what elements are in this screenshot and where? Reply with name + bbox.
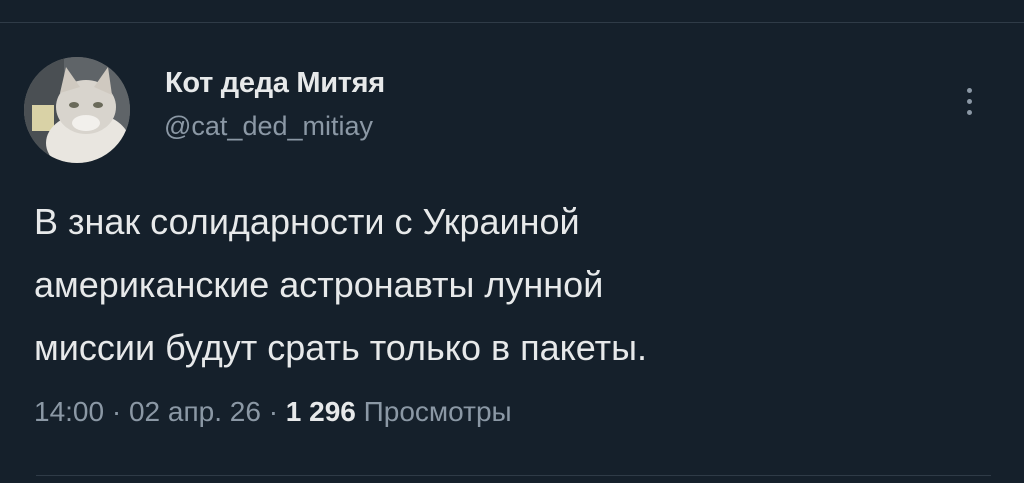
more-dot <box>966 109 972 115</box>
author-handle[interactable]: @cat_ded_mitiay <box>164 111 373 142</box>
more-vertical-icon[interactable] <box>952 78 986 124</box>
cat-avatar-icon <box>24 57 130 163</box>
author-display-name[interactable]: Кот деда Митяя <box>165 67 385 100</box>
tweet-text-line: миссии будут срать только в пакеты. <box>34 327 647 368</box>
more-dot <box>966 98 972 104</box>
meta-separator: · <box>268 396 279 427</box>
tweet-date[interactable]: 02 апр. 26 <box>129 396 261 427</box>
tweet-text: В знак солидарности с Украиной американс… <box>34 190 934 379</box>
views-label: Просмотры <box>363 396 512 427</box>
tweet-time[interactable]: 14:00 <box>34 396 104 427</box>
tweet-text-line: В знак солидарности с Украиной <box>34 201 580 242</box>
meta-separator: · <box>111 396 122 427</box>
more-dot <box>966 87 972 93</box>
avatar[interactable] <box>24 57 130 163</box>
tweet-meta: 14:00 · 02 апр. 26 · 1 296 Просмотры <box>34 396 512 428</box>
tweet-text-line: американские астронавты лунной <box>34 264 604 305</box>
top-divider <box>0 22 1024 23</box>
bottom-divider <box>36 475 991 476</box>
views-count: 1 296 <box>285 396 356 427</box>
